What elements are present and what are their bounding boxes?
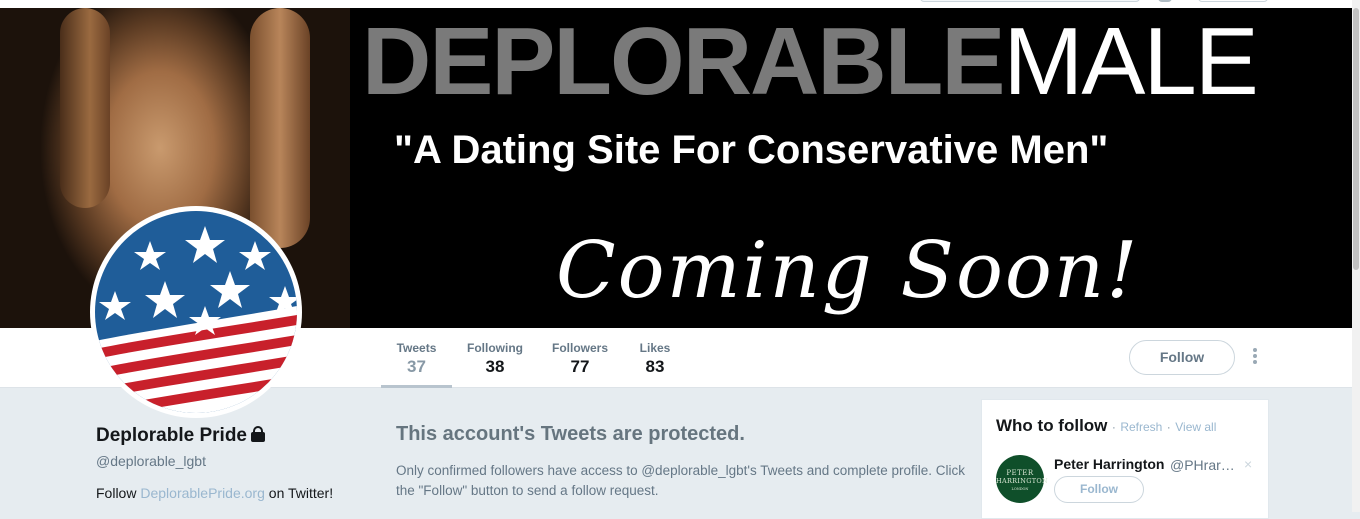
nav-followers[interactable]: Followers 77 — [546, 328, 614, 388]
avatar[interactable] — [90, 206, 302, 418]
profile-name-text: Deplorable Pride — [96, 425, 247, 446]
nav-label: Likes — [639, 341, 671, 355]
suggestion-name[interactable]: Peter Harrington — [1054, 456, 1164, 472]
nav-count: 38 — [485, 357, 505, 376]
profile-handle[interactable]: @deplorable_lgbt — [96, 453, 206, 469]
banner-brand: DEPLORABLEMALE — [362, 14, 1259, 110]
nav-label: Tweets — [396, 341, 437, 355]
profile-name: Deplorable Pride — [96, 425, 265, 447]
suggestion-avatar-line3: LONDON — [1011, 487, 1029, 491]
banner-brand-part1: DEPLORABLE — [362, 8, 1005, 115]
suggestion-handle[interactable]: @PHrarebooks — [1170, 457, 1242, 473]
protected-text: Only confirmed followers have access to … — [396, 463, 966, 498]
lock-icon — [251, 426, 265, 442]
suggestion-avatar-line1: PETER — [1006, 469, 1034, 477]
nav-following[interactable]: Following 38 — [460, 328, 530, 388]
suggestion-avatar[interactable]: PETER HARRINGTON LONDON — [996, 455, 1048, 503]
who-to-follow-title: Who to follow — [996, 416, 1108, 435]
bio-link[interactable]: DeplorablePride.org — [140, 485, 265, 501]
tweet-button-fragment[interactable] — [1198, 0, 1268, 2]
us-flag-globe-icon — [95, 211, 297, 413]
separator: · — [1166, 420, 1171, 434]
bio-prefix: Follow — [96, 485, 137, 501]
follow-button[interactable]: Follow — [1129, 340, 1235, 375]
nav-count: 37 — [407, 357, 426, 376]
nav-tweets[interactable]: Tweets 37 — [381, 328, 452, 388]
banner-coming-soon: Coming Soon! — [556, 226, 1140, 316]
suggestion-avatar-line2: HARRINGTON — [996, 477, 1048, 485]
banner-tagline: "A Dating Site For Conservative Men" — [394, 128, 1109, 172]
nav-count: 77 — [570, 357, 590, 376]
page-scrollbar[interactable] — [1352, 0, 1360, 512]
avatar-fragment[interactable] — [1158, 0, 1172, 2]
nav-count: 83 — [645, 357, 665, 376]
more-options-icon[interactable] — [1251, 348, 1259, 368]
dismiss-icon[interactable]: × — [1244, 456, 1252, 472]
profile-bio: Follow DeplorablePride.org on Twitter! — [96, 485, 333, 501]
who-to-follow-module: Who to follow · Refresh · View all PETER… — [981, 399, 1269, 519]
refresh-link[interactable]: Refresh — [1120, 420, 1162, 434]
nav-likes[interactable]: Likes 83 — [630, 328, 680, 388]
banner-brand-part2: MALE — [1003, 8, 1258, 115]
nav-label: Followers — [551, 341, 608, 355]
suggestion-follow-button[interactable]: Follow — [1054, 476, 1144, 503]
scrollbar-thumb[interactable] — [1353, 8, 1359, 270]
top-strip — [0, 0, 1360, 8]
separator: · — [1111, 420, 1116, 434]
bio-suffix: on Twitter! — [268, 485, 334, 501]
banner-photo-shape — [60, 8, 110, 208]
nav-label: Following — [467, 341, 523, 355]
who-to-follow-header: Who to follow · Refresh · View all — [996, 416, 1216, 436]
protected-title: This account's Tweets are protected. — [396, 423, 745, 445]
search-box-fragment[interactable] — [920, 0, 1140, 2]
view-all-link[interactable]: View all — [1175, 420, 1216, 434]
